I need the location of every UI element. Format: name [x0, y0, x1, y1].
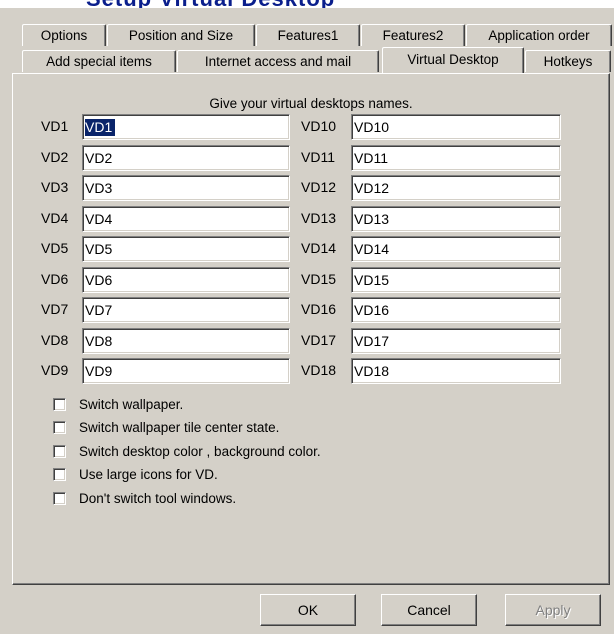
desktop-label: VD12 [301, 179, 337, 195]
option-checkbox[interactable] [53, 397, 66, 411]
desktop-label: VD5 [41, 240, 69, 256]
apply-button[interactable]: Apply [505, 594, 601, 626]
option-row[interactable]: Switch wallpaper. [53, 394, 183, 414]
desktop-name-input[interactable] [83, 145, 289, 170]
desktop-label: VD10 [301, 118, 337, 134]
desktop-label: VD13 [301, 209, 337, 226]
desktop-name-input[interactable] [352, 176, 560, 200]
desktop-name-field[interactable] [82, 205, 290, 232]
desktop-name-input[interactable] [83, 298, 289, 322]
desktop-name-input[interactable] [83, 328, 289, 353]
window-title: Setup Virtual Desktop [86, 0, 335, 8]
tab-add-special-items[interactable]: Add special items [22, 50, 176, 72]
desktop-name-input[interactable] [83, 359, 289, 383]
option-row[interactable]: Switch desktop color , background color. [53, 441, 321, 461]
ok-button[interactable]: OK [260, 594, 356, 626]
desktop-label: VD16 [301, 301, 337, 317]
panel-hint: Give your virtual desktops names. [209, 96, 413, 111]
tab-hotkeys[interactable]: Hotkeys [525, 50, 611, 72]
tab-virtual-desktop[interactable]: Virtual Desktop [382, 47, 524, 73]
desktop-name-input[interactable] [352, 328, 560, 353]
desktop-name-field[interactable] [82, 358, 290, 384]
desktop-label: VD1 [41, 118, 69, 134]
option-label: Switch desktop color , background color. [79, 443, 321, 459]
desktop-name-input[interactable] [352, 206, 560, 231]
desktop-name-field[interactable] [82, 266, 290, 293]
desktop-name-input[interactable] [352, 298, 560, 322]
option-row[interactable]: Use large icons for VD. [53, 465, 218, 485]
desktop-name-field[interactable] [82, 175, 290, 201]
desktop-name-input[interactable] [352, 359, 560, 383]
tab-application-order[interactable]: Application order [466, 24, 612, 46]
tab-features2[interactable]: Features2 [361, 24, 465, 46]
tab-features1[interactable]: Features1 [256, 24, 360, 46]
option-label: Use large icons for VD. [79, 467, 218, 482]
desktop-name-field[interactable] [82, 236, 290, 262]
desktop-label: VD3 [41, 179, 69, 195]
desktop-label: VD9 [41, 362, 69, 378]
option-row[interactable]: Don't switch tool windows. [53, 488, 236, 508]
desktop-label: VD11 [301, 148, 335, 165]
desktop-name-field[interactable] [351, 297, 561, 323]
tab-options[interactable]: Options [22, 24, 106, 46]
desktop-label: VD6 [41, 270, 69, 287]
option-checkbox[interactable] [53, 421, 66, 434]
desktop-name-input[interactable] [83, 267, 289, 292]
desktop-name-input[interactable] [83, 237, 289, 261]
desktop-label: VD18 [301, 362, 337, 378]
desktop-name-input[interactable] [352, 237, 560, 261]
desktop-name-field[interactable] [351, 327, 561, 354]
desktop-name-field[interactable] [351, 266, 561, 293]
option-label: Switch wallpaper tile center state. [79, 420, 280, 435]
desktop-name-input[interactable] [352, 115, 560, 139]
desktop-name-input[interactable] [83, 176, 289, 200]
desktop-name-field[interactable] [351, 114, 561, 140]
desktop-name-field[interactable] [351, 236, 561, 262]
apply-label: Apply [535, 602, 571, 618]
desktop-name-input[interactable] [83, 206, 289, 231]
option-label: Switch wallpaper. [79, 396, 184, 412]
desktop-name-field[interactable] [82, 114, 290, 140]
desktop-label: VD15 [301, 270, 337, 287]
desktop-name-field[interactable] [82, 144, 290, 171]
cancel-label: Cancel [407, 602, 451, 618]
option-row[interactable]: Switch wallpaper tile center state. [53, 418, 279, 438]
desktop-label: VD8 [41, 331, 69, 348]
desktop-name-input[interactable] [352, 145, 560, 170]
desktop-name-field[interactable] [351, 205, 561, 232]
desktop-name-field[interactable] [351, 175, 561, 201]
desktop-name-field[interactable] [82, 297, 290, 323]
desktop-label: VD14 [301, 240, 337, 256]
ok-label: OK [297, 602, 319, 618]
option-checkbox[interactable] [53, 491, 66, 505]
tab-position-and-size[interactable]: Position and Size [107, 24, 255, 46]
desktop-name-input[interactable] [83, 115, 289, 139]
desktop-name-field[interactable] [82, 327, 290, 354]
desktop-label: VD7 [41, 301, 69, 317]
virtual-desktop-panel: Give your virtual desktops names. VD1 VD2… [12, 73, 610, 585]
tab-internet-access-and-mail[interactable]: Internet access and mail [177, 50, 379, 72]
cancel-button[interactable]: Cancel [381, 594, 477, 626]
desktop-name-input[interactable] [352, 267, 560, 292]
window-title-bar: Setup Virtual Desktop [0, 0, 614, 8]
desktop-label: VD17 [301, 331, 337, 348]
desktop-name-field[interactable] [351, 358, 561, 384]
option-label: Don't switch tool windows. [79, 490, 237, 506]
option-checkbox[interactable] [53, 444, 66, 458]
option-checkbox[interactable] [53, 468, 66, 481]
desktop-name-field[interactable] [351, 144, 561, 171]
desktop-label: VD2 [41, 148, 69, 165]
desktop-label: VD4 [41, 209, 69, 226]
